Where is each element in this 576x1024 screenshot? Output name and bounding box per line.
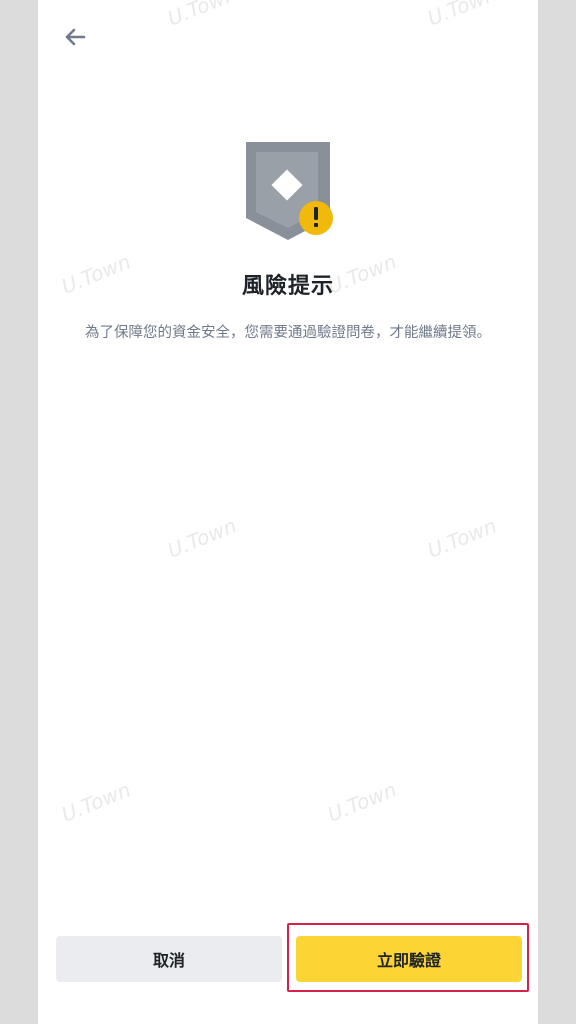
page-title: 風險提示 <box>241 274 334 299</box>
cancel-button[interactable]: 取消 <box>56 936 282 982</box>
watermark: U.Town <box>164 513 240 563</box>
highlight-box <box>287 923 529 992</box>
risk-warning-screen: U.Town U.Town U.Town U.Town U.Town U.Tow… <box>38 0 538 1024</box>
shield-warning-icon <box>244 142 336 242</box>
back-button[interactable] <box>60 22 90 52</box>
watermark: U.Town <box>424 513 500 563</box>
watermark: U.Town <box>164 0 240 31</box>
watermark: U.Town <box>424 0 500 31</box>
watermark: U.Town <box>58 777 134 827</box>
watermark: U.Town <box>324 777 400 827</box>
arrow-left-icon <box>65 28 86 46</box>
risk-description: 為了保障您的資金安全，您需要通過驗證問卷，才能繼續提領。 <box>85 325 491 341</box>
